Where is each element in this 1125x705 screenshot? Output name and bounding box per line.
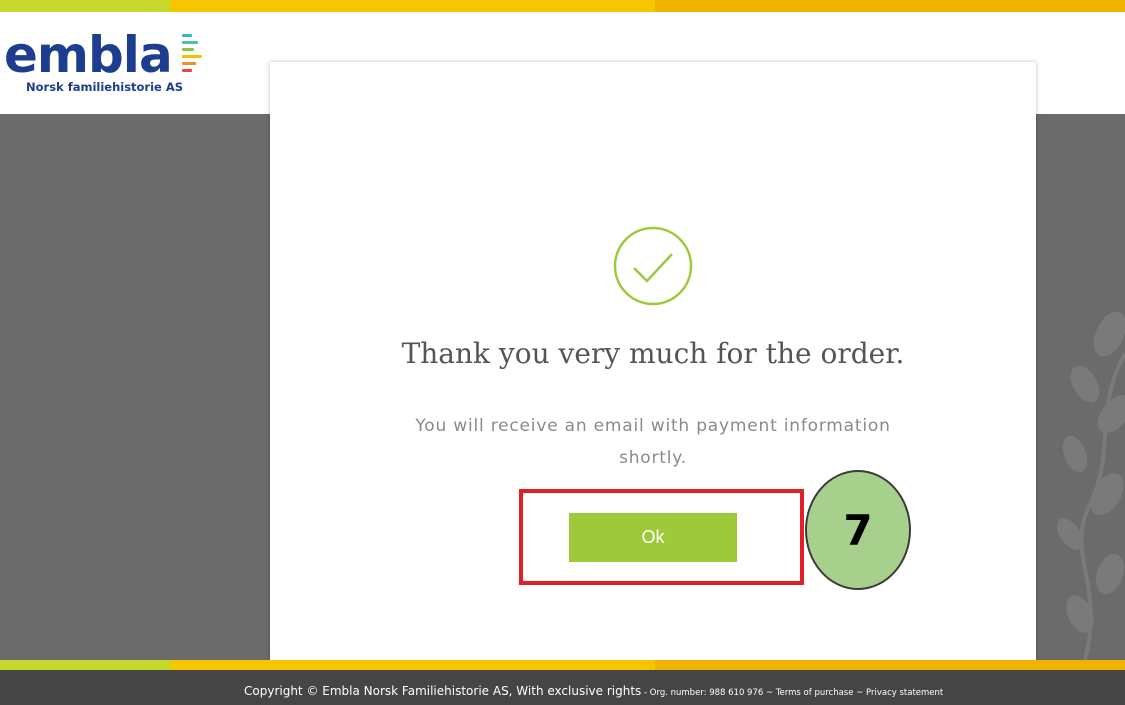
embla-logo[interactable]: embla Norsk familiehistorie AS (4, 30, 214, 104)
bottom-color-stripe (0, 660, 1125, 670)
dialog-title: Thank you very much for the order. (401, 337, 905, 370)
dialog-message: You will receive an email with payment i… (415, 416, 891, 468)
logo-bars-icon (182, 34, 206, 78)
logo-wordmark: embla (4, 26, 173, 84)
footer: Copyright © Embla Norsk Familiehistorie … (0, 670, 1125, 705)
footer-separator: ~ (853, 688, 866, 698)
check-circle-icon (613, 226, 693, 306)
logo-subtitle: Norsk familiehistorie AS (26, 80, 184, 94)
footer-copyright: Copyright © Embla Norsk Familiehistorie … (244, 684, 642, 698)
step-number-badge: 7 (805, 470, 911, 590)
privacy-statement-link[interactable]: Privacy statement (866, 688, 943, 698)
ok-button-highlight-box (519, 489, 804, 585)
terms-of-purchase-link[interactable]: Terms of purchase (776, 688, 854, 698)
footer-org-number: - Org. number: 988 610 976 ~ (641, 688, 776, 698)
top-color-stripe (0, 0, 1125, 12)
